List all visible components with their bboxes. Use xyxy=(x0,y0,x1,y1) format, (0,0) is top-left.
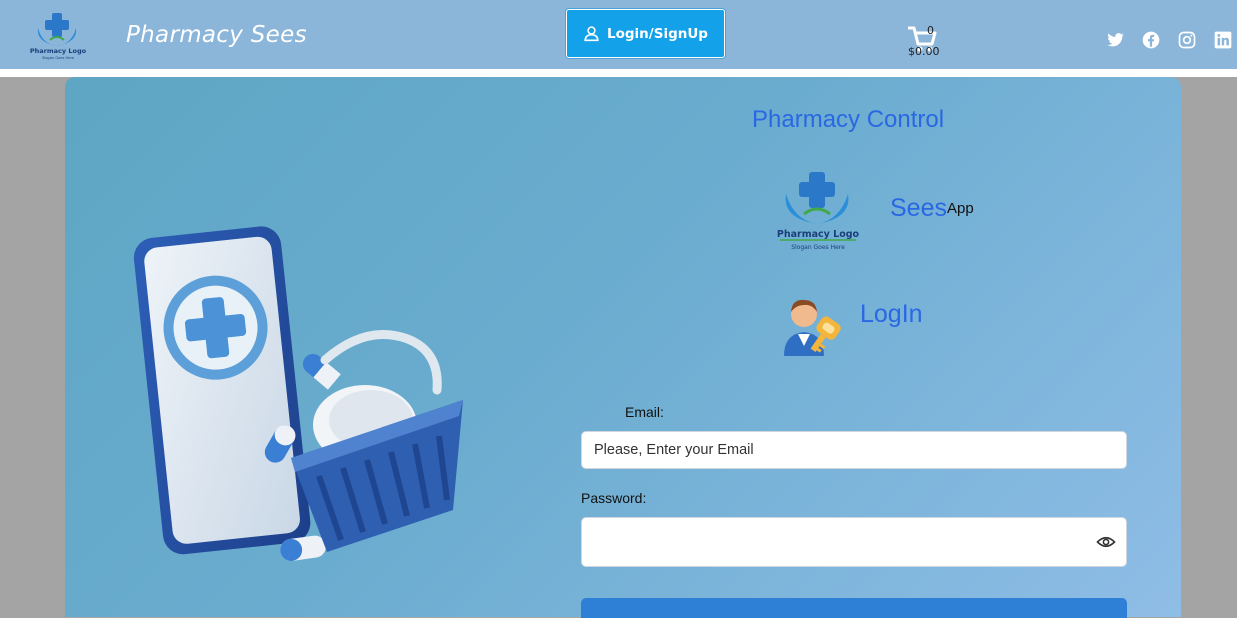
panel-title: Pharmacy Control xyxy=(752,106,945,133)
user-key-icon xyxy=(784,299,841,356)
app-name-suffix: App xyxy=(947,200,974,217)
login-signup-label: Login/SignUp xyxy=(607,25,708,42)
login-submit-button[interactable] xyxy=(581,598,1127,618)
pharmacy-phone-illustration xyxy=(133,226,463,561)
svg-text:Slogan Goes Here: Slogan Goes Here xyxy=(42,56,75,60)
header-divider xyxy=(0,69,1237,77)
facebook-icon[interactable] xyxy=(1141,30,1161,50)
password-input[interactable] xyxy=(581,517,1127,567)
app-name: Sees xyxy=(890,194,947,222)
login-heading: LogIn xyxy=(860,300,923,328)
svg-text:Pharmacy Logo: Pharmacy Logo xyxy=(30,47,86,55)
cart-item-count: 0 xyxy=(927,24,934,37)
login-signup-button[interactable]: Login/SignUp xyxy=(566,9,725,58)
email-label: Email: xyxy=(625,404,664,420)
password-label: Password: xyxy=(581,490,647,506)
user-icon xyxy=(584,26,599,42)
pharmacy-logo-icon: Pharmacy Logo Slogan Goes Here xyxy=(777,172,860,251)
show-password-eye-icon[interactable] xyxy=(1096,532,1116,552)
email-input[interactable] xyxy=(581,431,1127,469)
twitter-icon[interactable] xyxy=(1105,30,1125,50)
cart-total: $0.00 xyxy=(908,45,940,58)
svg-text:Pharmacy Logo: Pharmacy Logo xyxy=(777,229,860,240)
svg-text:Slogan Goes Here: Slogan Goes Here xyxy=(791,244,845,251)
pharmacy-logo-icon[interactable]: Pharmacy Logo Slogan Goes Here xyxy=(30,10,86,60)
instagram-icon[interactable] xyxy=(1177,30,1197,50)
brand-name[interactable]: Pharmacy Sees xyxy=(126,22,307,48)
linkedin-icon[interactable] xyxy=(1213,30,1233,50)
